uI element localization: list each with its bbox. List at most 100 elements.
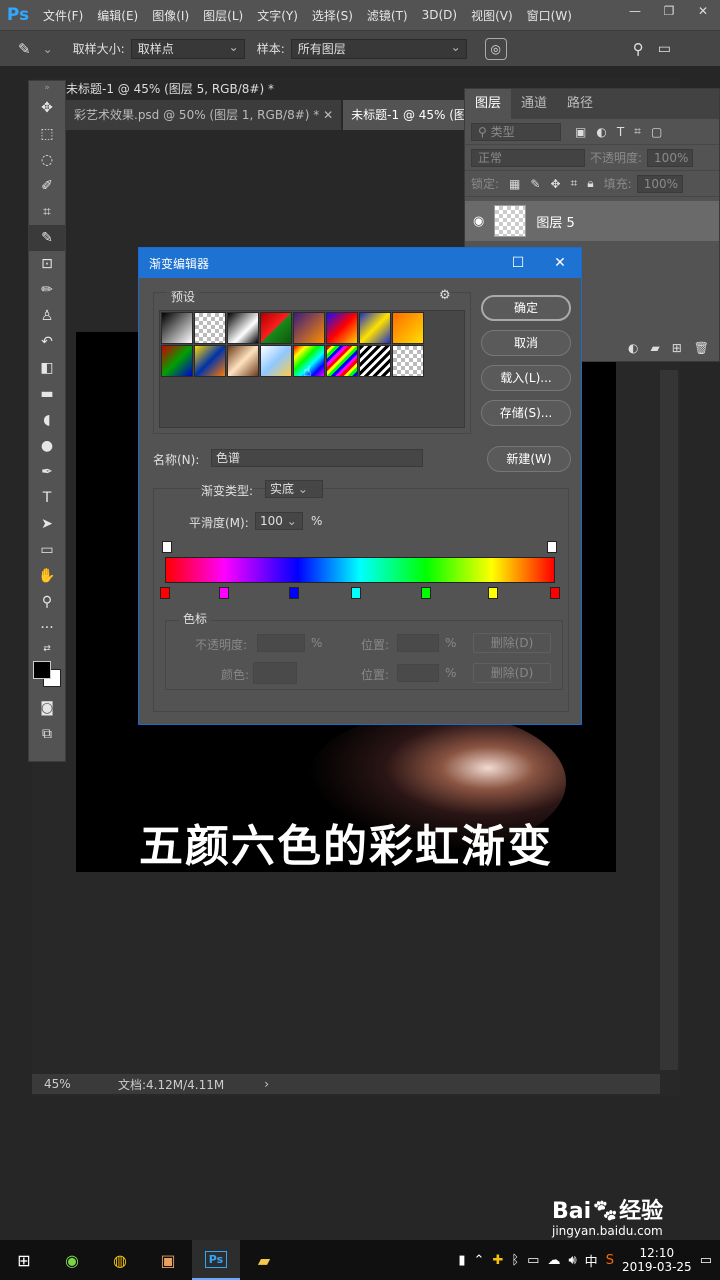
bluetooth-icon[interactable]: ᛒ: [511, 1253, 519, 1268]
cancel-button[interactable]: 取消: [481, 330, 571, 356]
new-layer-icon[interactable]: ⊞: [672, 341, 682, 355]
color-stop[interactable]: [550, 587, 560, 599]
lasso-tool-icon[interactable]: ◌: [29, 147, 65, 173]
volume-icon[interactable]: 🔊︎: [568, 1253, 576, 1268]
sample-size-select[interactable]: 取样点: [130, 38, 245, 59]
file-explorer-icon[interactable]: ▰: [240, 1240, 288, 1280]
menu-image[interactable]: 图像(I): [145, 7, 196, 24]
adjustment-filter-icon[interactable]: ◐: [596, 125, 606, 139]
vertical-scrollbar[interactable]: [660, 370, 678, 1070]
group-folder-icon[interactable]: ▰: [650, 341, 659, 355]
close-button[interactable]: ✕: [686, 0, 720, 22]
hand-tool-icon[interactable]: ✋: [29, 563, 65, 589]
color-swatches[interactable]: [29, 657, 65, 695]
chrome-icon[interactable]: ◍: [96, 1240, 144, 1280]
media-app-icon[interactable]: ▣: [144, 1240, 192, 1280]
opacity-stop-left[interactable]: [162, 541, 172, 553]
stop-opacity-input[interactable]: [257, 634, 305, 652]
lock-image-icon[interactable]: ✎: [530, 177, 540, 191]
close-icon[interactable]: ✕: [323, 108, 333, 122]
gradient-preview-bar[interactable]: [165, 557, 555, 583]
stamp-tool-icon[interactable]: ♙: [29, 303, 65, 329]
lock-artboard-icon[interactable]: ⌗: [571, 176, 578, 191]
color-stop[interactable]: [421, 587, 432, 599]
restore-button[interactable]: ❐: [652, 0, 686, 22]
layer-name[interactable]: 图层 5: [536, 212, 574, 231]
history-brush-tool-icon[interactable]: ↶: [29, 329, 65, 355]
load-button[interactable]: 载入(L)...: [481, 365, 571, 391]
opacity-stop-right[interactable]: [547, 541, 557, 553]
rectangle-tool-icon[interactable]: ▭: [29, 537, 65, 563]
color-stop[interactable]: [487, 587, 498, 599]
more-tools-icon[interactable]: ···: [29, 615, 65, 641]
color-stop[interactable]: [160, 587, 170, 599]
layer-kind-select[interactable]: ⚲ 类型: [471, 122, 561, 141]
cloud-icon[interactable]: ☁: [547, 1253, 560, 1268]
tool-preset-chevron-icon[interactable]: ⌄: [43, 42, 53, 56]
smoothness-input[interactable]: 100 ⌄: [255, 512, 303, 530]
preset-swatch[interactable]: [392, 345, 424, 377]
preset-swatch[interactable]: [161, 345, 193, 377]
preset-swatch[interactable]: [293, 312, 325, 344]
dialog-close-icon[interactable]: ✕: [539, 248, 581, 278]
preset-swatch[interactable]: [194, 312, 226, 344]
ime-indicator[interactable]: 中: [585, 1251, 598, 1270]
preset-swatch[interactable]: [194, 345, 226, 377]
menu-file[interactable]: 文件(F): [36, 7, 90, 24]
layer-row[interactable]: ◉ 图层 5: [465, 201, 719, 241]
type-filter-icon[interactable]: T: [617, 125, 624, 139]
delete-color-stop-button[interactable]: 删除(D): [473, 663, 551, 683]
dodge-tool-icon[interactable]: ●: [29, 433, 65, 459]
ok-button[interactable]: 确定: [481, 295, 571, 321]
fill-input[interactable]: 100%: [636, 174, 683, 193]
gradient-type-select[interactable]: 实底 ⌄: [265, 480, 323, 498]
preset-swatch[interactable]: [359, 345, 391, 377]
eraser-tool-icon[interactable]: ◧: [29, 355, 65, 381]
stop-opacity-location-input[interactable]: [397, 634, 439, 652]
quick-mask-icon[interactable]: ◙: [29, 695, 65, 721]
move-tool-icon[interactable]: ✥: [29, 95, 65, 121]
brush-tool-icon[interactable]: ✏: [29, 277, 65, 303]
preset-swatch[interactable]: [326, 312, 358, 344]
screen-mode-icon[interactable]: ⧉: [29, 721, 65, 747]
spot-healing-tool-icon[interactable]: ⊡: [29, 251, 65, 277]
tab-untitled[interactable]: 未标题-1 @ 45% (图: [343, 100, 474, 130]
menu-filter[interactable]: 滤镜(T): [360, 7, 415, 24]
eyedropper-tool-icon[interactable]: ✎: [29, 225, 65, 251]
opacity-input[interactable]: 100%: [647, 148, 694, 167]
tab-paths[interactable]: 路径: [557, 89, 603, 119]
photoshop-taskbar-icon[interactable]: Ps: [192, 1240, 240, 1280]
crop-tool-icon[interactable]: ⌗: [29, 199, 65, 225]
tab-channels[interactable]: 通道: [511, 89, 557, 119]
battery-icon[interactable]: ▮: [458, 1253, 465, 1268]
preset-swatch[interactable]: [260, 312, 292, 344]
minimize-button[interactable]: —: [618, 0, 652, 22]
menu-window[interactable]: 窗口(W): [520, 7, 579, 24]
stop-color-location-input[interactable]: [397, 664, 439, 682]
sample-select[interactable]: 所有图层: [290, 38, 467, 59]
notification-icon[interactable]: ▭: [700, 1253, 712, 1268]
menu-edit[interactable]: 编辑(E): [90, 7, 145, 24]
color-stop[interactable]: [288, 587, 299, 599]
blur-tool-icon[interactable]: ◖: [29, 407, 65, 433]
gradient-tool-icon[interactable]: ▬: [29, 381, 65, 407]
tab-art-effect[interactable]: 彩艺术效果.psd @ 50% (图层 1, RGB/8#) * ✕: [66, 100, 342, 130]
visibility-eye-icon[interactable]: ◉: [473, 214, 484, 229]
name-input[interactable]: 色谱: [211, 449, 423, 467]
presets-gear-icon[interactable]: ⚙: [439, 288, 451, 303]
quick-select-tool-icon[interactable]: ✐: [29, 173, 65, 199]
menu-type[interactable]: 文字(Y): [250, 7, 305, 24]
marquee-tool-icon[interactable]: ⬚: [29, 121, 65, 147]
tray-expand-icon[interactable]: ⌃: [474, 1253, 485, 1268]
menu-view[interactable]: 视图(V): [464, 7, 520, 24]
path-select-tool-icon[interactable]: ➤: [29, 511, 65, 537]
search-icon[interactable]: ⚲: [633, 40, 644, 58]
new-button[interactable]: 新建(W): [487, 446, 571, 472]
pixel-filter-icon[interactable]: ▣: [575, 125, 586, 139]
preset-swatch[interactable]: [260, 345, 292, 377]
pen-tool-icon[interactable]: ✒: [29, 459, 65, 485]
smart-object-filter-icon[interactable]: ▢: [651, 125, 662, 139]
lock-transparent-icon[interactable]: ▦: [509, 177, 520, 191]
dialog-maximize-icon[interactable]: ☐: [497, 248, 539, 278]
zoom-level[interactable]: 45%: [44, 1077, 114, 1091]
